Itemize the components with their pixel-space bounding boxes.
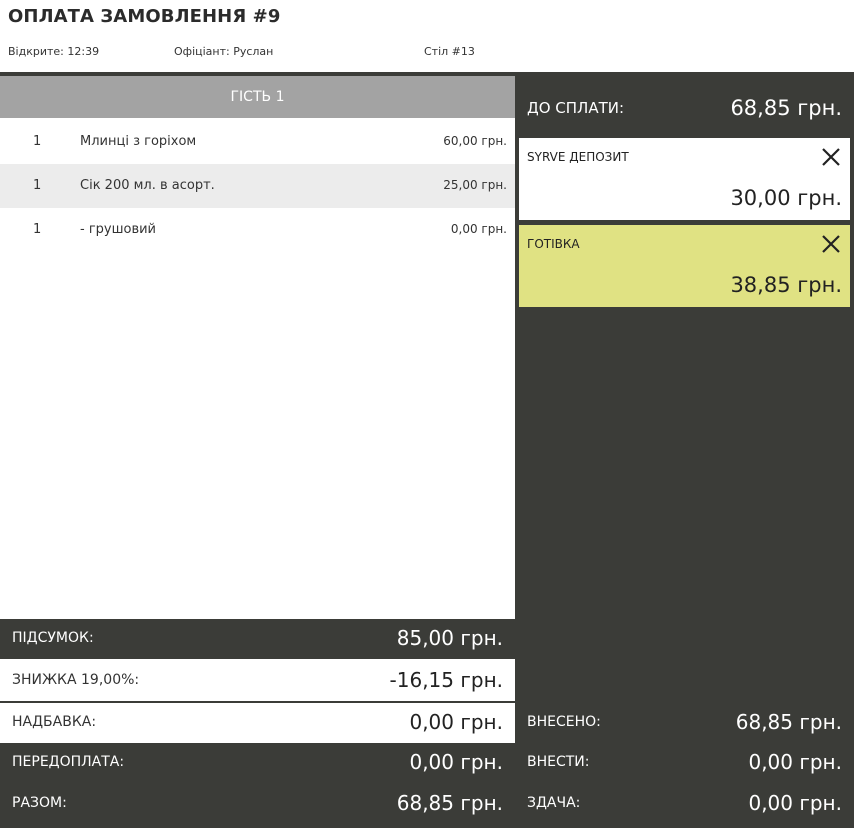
order-panel: ГІСТЬ 1 1 Млинці з горіхом 60,00 грн. 1 …	[0, 76, 515, 828]
item-quantity: 1	[33, 134, 42, 149]
order-items-list: 1 Млинці з горіхом 60,00 грн. 1 Сік 200 …	[0, 120, 515, 252]
item-name: - грушовий	[80, 222, 157, 237]
surcharge-value: 0,00 грн.	[409, 710, 503, 734]
close-icon[interactable]	[820, 233, 842, 255]
item-quantity: 1	[33, 178, 42, 193]
item-price: 60,00 грн.	[443, 134, 507, 148]
payment-method-amount: 30,00 грн.	[730, 186, 842, 210]
payment-panel: ДО СПЛАТИ: 68,85 грн. SYRVE ДЕПОЗИТ 30,0…	[515, 76, 854, 828]
change-label: ЗДАЧА:	[527, 795, 581, 811]
guest-tab[interactable]: ГІСТЬ 1	[0, 76, 515, 118]
page-title: ОПЛАТА ЗАМОВЛЕННЯ #9	[8, 6, 281, 27]
total-value: 68,85 грн.	[396, 791, 503, 815]
close-icon[interactable]	[820, 146, 842, 168]
item-price: 25,00 грн.	[443, 178, 507, 192]
subtotal-row: ПІДСУМОК: 85,00 грн.	[0, 619, 515, 659]
change-value: 0,00 грн.	[748, 791, 842, 815]
discount-value: -16,15 грн.	[389, 668, 503, 692]
payment-method-name: SYRVE ДЕПОЗИТ	[527, 150, 629, 164]
item-name: Млинці з горіхом	[80, 134, 197, 149]
amount-due-value: 68,85 грн.	[730, 96, 842, 120]
discount-row[interactable]: ЗНИЖКА 19,00%: -16,15 грн.	[0, 661, 515, 703]
list-item[interactable]: 1 Млинці з горіхом 60,00 грн.	[0, 120, 515, 164]
payment-method-amount: 38,85 грн.	[730, 273, 842, 297]
total-label: РАЗОМ:	[12, 795, 67, 811]
to-pay-label: ВНЕСТИ:	[527, 754, 590, 770]
prepay-row: ПЕРЕДОПЛАТА: 0,00 грн.	[0, 743, 515, 784]
paid-value: 68,85 грн.	[735, 710, 842, 734]
table-number: Стіл #13	[424, 45, 475, 58]
subtotal-label: ПІДСУМОК:	[12, 630, 94, 646]
surcharge-label: НАДБАВКА:	[12, 714, 97, 730]
discount-label: ЗНИЖКА 19,00%:	[12, 672, 140, 688]
header: ОПЛАТА ЗАМОВЛЕННЯ #9 Відкрите: 12:39 Офі…	[0, 0, 854, 72]
item-price: 0,00 грн.	[450, 222, 507, 236]
prepay-label: ПЕРЕДОПЛАТА:	[12, 754, 125, 770]
subtotal-value: 85,00 грн.	[396, 626, 503, 650]
to-pay-row: ВНЕСТИ: 0,00 грн.	[515, 743, 854, 783]
list-item[interactable]: 1 - грушовий 0,00 грн.	[0, 208, 515, 252]
paid-label: ВНЕСЕНО:	[527, 714, 601, 730]
surcharge-row[interactable]: НАДБАВКА: 0,00 грн.	[0, 703, 515, 743]
waiter-name: Офіціант: Руслан	[174, 45, 274, 58]
paid-row: ВНЕСЕНО: 68,85 грн.	[515, 703, 854, 743]
item-name: Сік 200 мл. в асорт.	[80, 178, 215, 193]
total-row: РАЗОМ: 68,85 грн.	[0, 784, 515, 828]
change-row: ЗДАЧА: 0,00 грн.	[515, 784, 854, 824]
list-item[interactable]: 1 Сік 200 мл. в асорт. 25,00 грн.	[0, 164, 515, 208]
payment-method-deposit[interactable]: SYRVE ДЕПОЗИТ 30,00 грн.	[519, 138, 850, 220]
payment-method-cash[interactable]: ГОТІВКА 38,85 грн.	[519, 225, 850, 307]
item-quantity: 1	[33, 222, 42, 237]
opened-time: Відкрите: 12:39	[8, 45, 100, 58]
to-pay-value: 0,00 грн.	[748, 750, 842, 774]
payment-method-name: ГОТІВКА	[527, 237, 580, 251]
prepay-value: 0,00 грн.	[409, 750, 503, 774]
amount-due-label: ДО СПЛАТИ:	[527, 99, 625, 117]
